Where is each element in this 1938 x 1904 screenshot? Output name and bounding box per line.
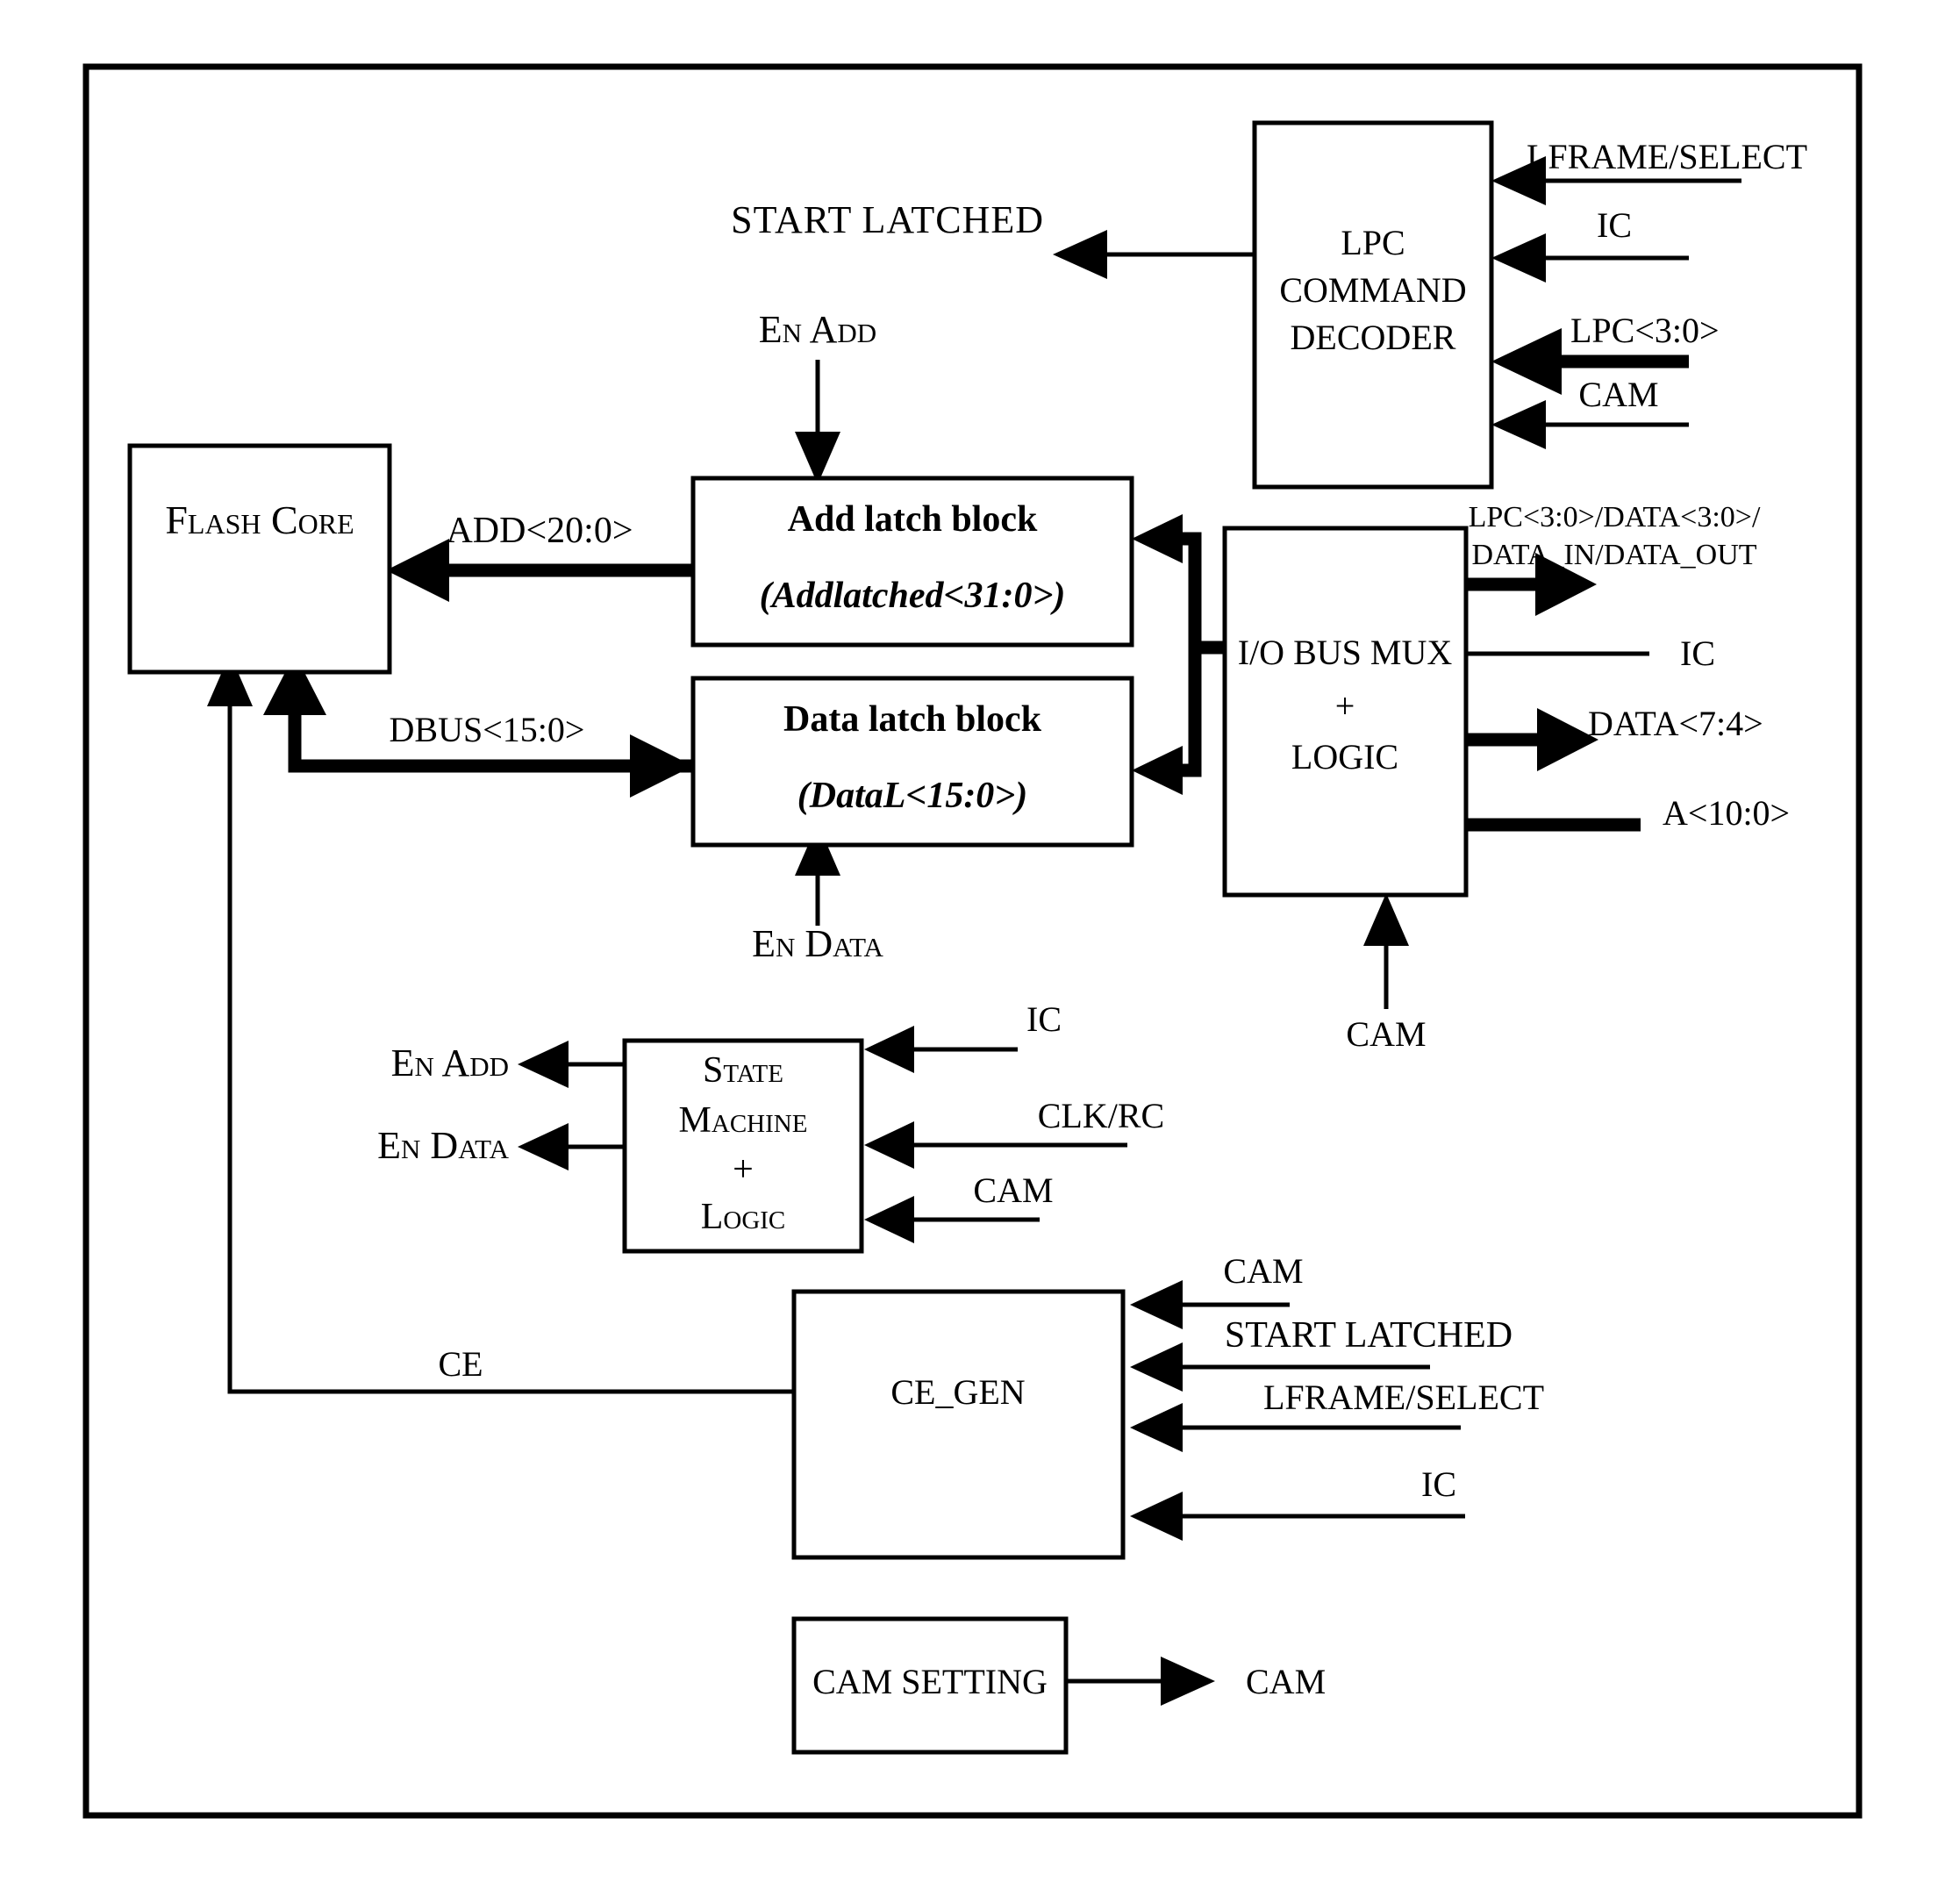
lpc-decoder-label-line2: COMMAND [1279,270,1466,310]
wire-cam-setting-out [1066,1657,1215,1706]
block-state-machine[interactable]: State Machine + Logic [622,1038,864,1254]
label-lframe-select-decoder: LFRAME/SELECT [1527,137,1807,176]
io-bus-mux-label-line2: + [1335,686,1355,726]
block-cam-setting[interactable]: CAM SETTING [791,1616,1069,1755]
label-ic-ce-gen: IC [1421,1464,1456,1504]
label-ic-decoder: IC [1597,205,1632,245]
wire-cam-io-mux [1363,893,1409,1009]
label-start-latched-ce-gen: START LATCHED [1225,1315,1512,1356]
label-ic-io-mux: IC [1680,633,1715,673]
block-data-latch[interactable]: Data latch block (DataL<15:0>) [690,676,1134,848]
state-machine-label-line3: + [733,1149,754,1190]
label-en-data-out: En Data [377,1124,509,1167]
label-cam-io-mux: CAM [1346,1014,1426,1054]
block-lpc-command-decoder[interactable]: LPC COMMAND DECODER [1252,120,1494,490]
label-io-mux-bus-line1: LPC<3:0>/DATA<3:0>/ [1469,501,1761,533]
lpc-flash-block-diagram: LPC COMMAND DECODER Flash Core Add latch… [82,63,1863,1819]
label-lpc-3-0-decoder: LPC<3:0> [1570,311,1720,350]
block-flash-core[interactable]: Flash Core [127,443,392,675]
label-en-add-into-addlatch: En Add [759,308,876,351]
label-cam-state-machine: CAM [973,1170,1053,1210]
label-a-10-0: A<10:0> [1663,793,1790,833]
label-start-latched-out: START LATCHED [731,198,1044,241]
wire-en-data-out [518,1123,623,1170]
state-machine-label-line4: Logic [701,1197,786,1237]
wire-en-add-into-addlatch [795,360,840,484]
label-en-add-out: En Add [391,1041,509,1084]
ce-gen-label: CE_GEN [890,1372,1025,1412]
label-cam-decoder: CAM [1578,375,1658,414]
block-ce-gen[interactable]: CE_GEN [791,1289,1126,1560]
label-io-mux-bus-line2: DATA_IN/DATA_OUT [1471,539,1756,571]
label-lframe-select-ce-gen: LFRAME/SELECT [1263,1378,1544,1417]
data-latch-subtitle: (DataL<15:0>) [797,776,1027,816]
wire-start-latched-out [1053,230,1255,279]
label-en-data-into-datalatch: En Data [752,922,883,965]
state-machine-label-line1: State [703,1050,783,1091]
add-latch-subtitle: (Addlatched<31:0>) [760,576,1066,616]
label-data-7-4: DATA<7:4> [1588,704,1763,743]
block-io-bus-mux[interactable]: I/O BUS MUX + LOGIC [1222,526,1469,898]
wire-ic-ce-gen [1130,1492,1465,1541]
label-ic-state-machine: IC [1026,999,1062,1039]
label-cam-out: CAM [1246,1662,1326,1701]
wire-ic-decoder [1491,233,1689,283]
io-bus-mux-label-line1: I/O BUS MUX [1238,633,1453,672]
lpc-decoder-label-line3: DECODER [1291,318,1456,357]
wire-ic-state-machine [864,1026,1018,1073]
label-clk-rc: CLK/RC [1038,1096,1164,1135]
wire-en-add-out [518,1041,623,1088]
block-add-latch[interactable]: Add latch block (Addlatched<31:0>) [690,476,1134,648]
label-dbus-15-0: DBUS<15:0> [390,710,585,749]
add-latch-title: Add latch block [788,499,1038,540]
state-machine-label-line2: Machine [679,1100,808,1141]
wire-iomux-to-latches [1132,514,1225,795]
label-cam-ce-gen: CAM [1223,1251,1303,1291]
io-bus-mux-label-line3: LOGIC [1291,737,1398,777]
cam-setting-label: CAM SETTING [812,1662,1048,1701]
label-ce: CE [438,1344,483,1384]
lpc-decoder-label-line1: LPC [1341,223,1405,262]
flash-core-label: Flash Core [165,497,354,542]
label-add-20-0: ADD<20:0> [446,511,633,551]
data-latch-title: Data latch block [783,699,1042,740]
block-diagram-canvas: LPC COMMAND DECODER Flash Core Add latch… [0,0,1938,1904]
